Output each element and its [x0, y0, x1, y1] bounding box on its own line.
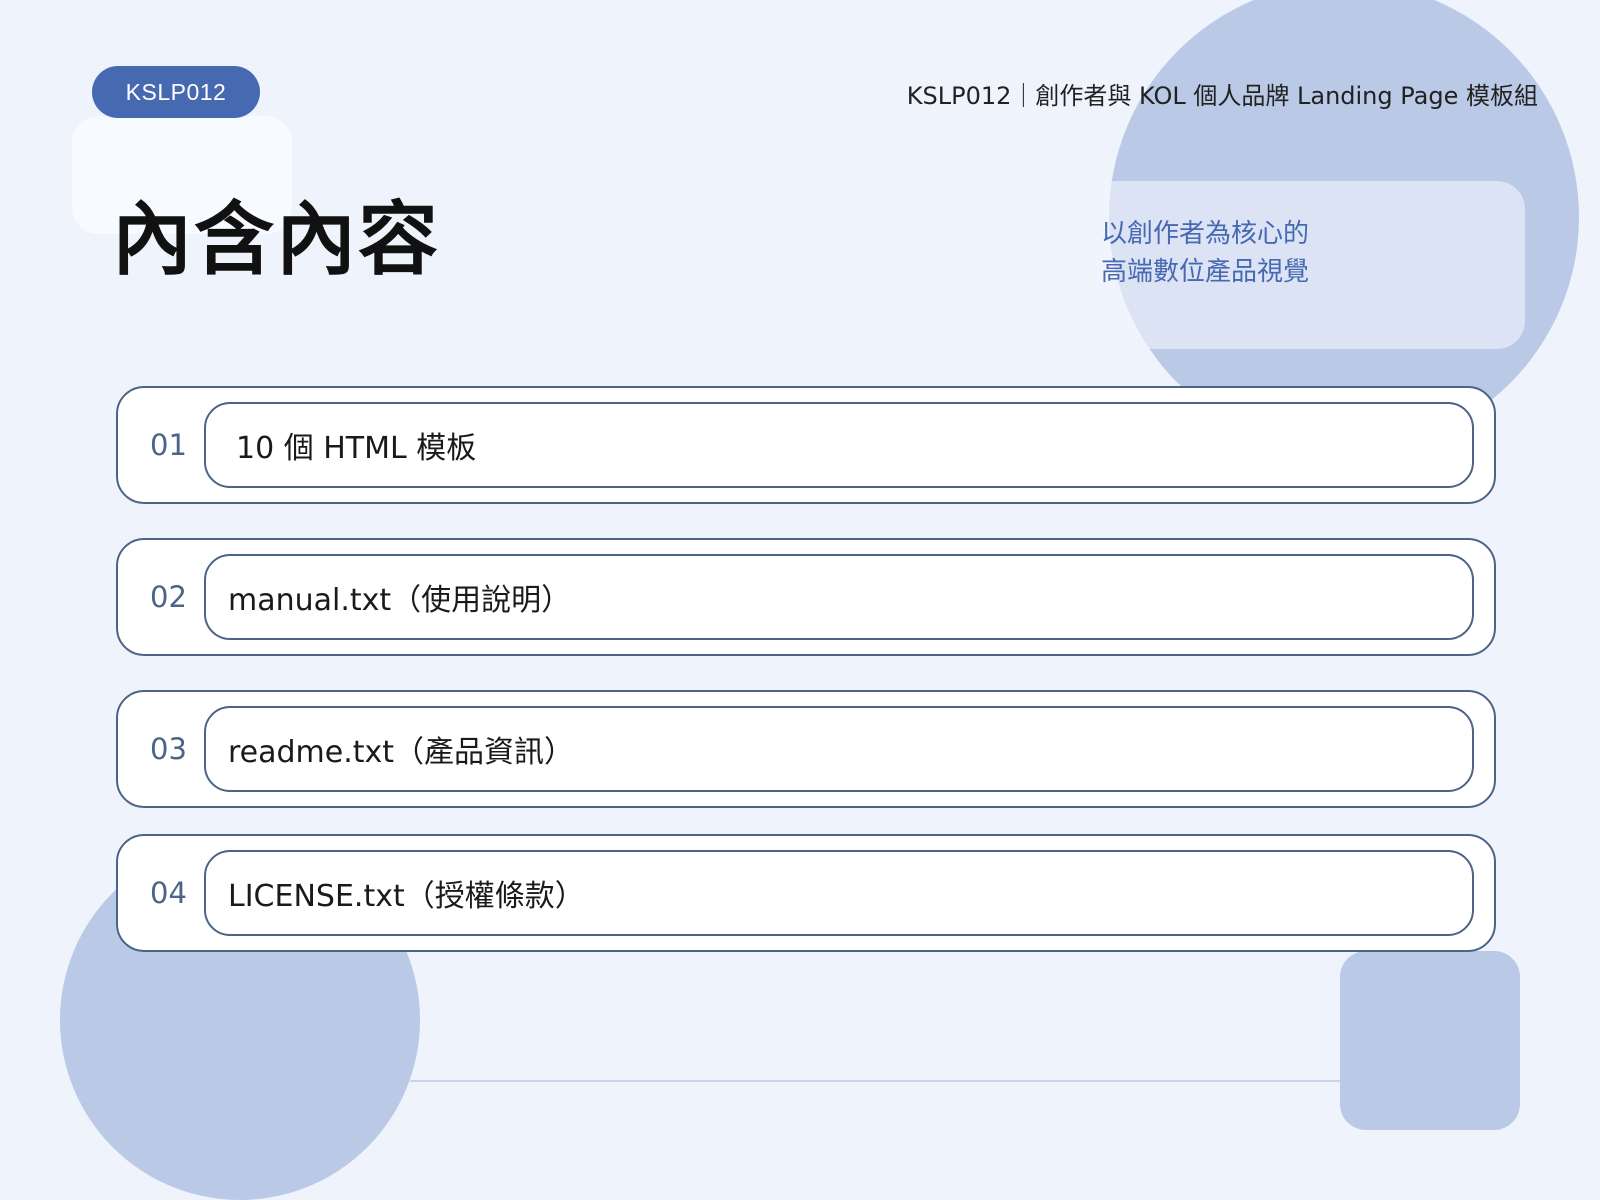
content-list-item: 04 LICENSE.txt（授權條款） — [116, 834, 1496, 952]
product-code-badge: KSLP012 — [92, 66, 260, 118]
item-label: LICENSE.txt（授權條款） — [204, 850, 1474, 936]
item-number: 01 — [150, 428, 187, 462]
tagline-line-2: 高端數位產品視覺 — [1101, 257, 1310, 287]
content-list-item: 01 10 個 HTML 模板 — [116, 386, 1496, 504]
content-list-item: 03 readme.txt（產品資訊） — [116, 690, 1496, 808]
page-title: 內含內容 — [112, 193, 440, 286]
item-label: readme.txt（產品資訊） — [204, 706, 1474, 792]
item-number: 02 — [150, 580, 187, 614]
decorative-square-bottom-right — [1340, 951, 1520, 1130]
decorative-rule-line — [410, 1080, 1340, 1082]
tagline-line-1: 以創作者為核心的 — [1101, 219, 1310, 249]
item-label: manual.txt（使用說明） — [204, 554, 1474, 640]
item-number: 04 — [150, 876, 187, 910]
slide-canvas: KSLP012 KSLP012｜創作者與 KOL 個人品牌 Landing Pa… — [0, 0, 1600, 1200]
content-list-item: 02 manual.txt（使用說明） — [116, 538, 1496, 656]
item-label: 10 個 HTML 模板 — [204, 402, 1474, 488]
header-title: KSLP012｜創作者與 KOL 個人品牌 Landing Page 模板組 — [906, 82, 1538, 110]
item-number: 03 — [150, 732, 187, 766]
tagline-card: 以創作者為核心的 高端數位產品視覺 — [1071, 181, 1525, 349]
